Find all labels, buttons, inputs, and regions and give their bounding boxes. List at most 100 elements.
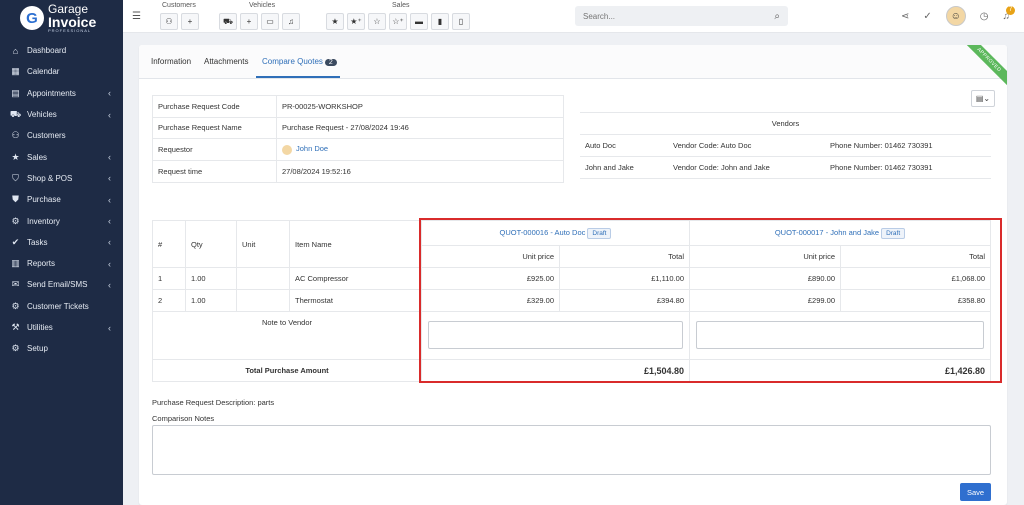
row-q2-total: £1,068.00 (840, 267, 991, 290)
sidebar-item-send-email-sms[interactable]: ✉ Send Email/SMS ‹ (0, 274, 123, 295)
note-cell (421, 311, 690, 360)
row-unit (236, 267, 290, 290)
customers-group-label: Customers (162, 2, 196, 9)
compare-count-badge: 2 (324, 59, 337, 66)
request-info-table: Purchase Request Code PR-00025-WORKSHOP P… (152, 95, 564, 183)
search-input[interactable] (583, 11, 753, 21)
tab-compare-label: Compare Quotes (262, 57, 323, 66)
sidebar-item-icon: ⚙ (11, 343, 20, 354)
sidebar-item-tasks[interactable]: ✔ Tasks ‹ (0, 232, 123, 253)
sidebar-item-sales[interactable]: ★ Sales ‹ (0, 146, 123, 167)
tab-compare-quotes[interactable]: Compare Quotes 2 (262, 57, 337, 66)
sales-star-outline-button[interactable]: ☆ (368, 13, 386, 30)
vehicle-reminder-button[interactable]: ♫ (282, 13, 300, 30)
bell-icon: ♫ (288, 17, 294, 26)
sidebar-item-customers[interactable]: ⚇ Customers (0, 125, 123, 146)
code-label: Purchase Request Code (152, 95, 277, 118)
sidebar-item-appointments[interactable]: ▤ Appointments ‹ (0, 83, 123, 104)
sidebar-item-label: Reports (27, 259, 56, 269)
app-logo[interactable]: G Garage Invoice PROFESSIONAL (0, 0, 123, 36)
bell-icon[interactable]: ♫ 7 (1003, 5, 1015, 22)
tab-information[interactable]: Information (151, 57, 191, 66)
share-icon[interactable]: ⋖ (901, 11, 909, 22)
sidebar-item-icon: ★ (11, 151, 20, 162)
sidebar-item-label: Customers (27, 131, 66, 141)
table-row: 1 1.00 AC Compressor £925.00 £1,110.00 £… (152, 267, 991, 290)
vendor-code: Vendor Code: John and Jake (668, 156, 825, 179)
sidebar-nav: ⌂ Dashboard ▦ Calendar ▤ Appointments ‹ ⛟ Vehicl… (0, 40, 123, 359)
clock-icon[interactable]: ◷ (980, 11, 989, 22)
tab-attachments[interactable]: Attachments (204, 57, 248, 66)
menu-toggle-icon[interactable]: ☰ (132, 11, 141, 22)
sidebar-item-calendar[interactable]: ▦ Calendar (0, 61, 123, 82)
requestor-cell[interactable]: John Doe (276, 138, 564, 161)
search-box[interactable]: ⌕ (575, 6, 788, 26)
comparison-notes-label: Comparison Notes (152, 414, 215, 423)
user-avatar[interactable]: ☺ (945, 6, 966, 26)
sidebar-item-reports[interactable]: ▥ Reports ‹ (0, 253, 123, 274)
comparison-notes-input[interactable] (152, 425, 991, 475)
sidebar-item-purchase[interactable]: ⛊ Purchase ‹ (0, 189, 123, 210)
sidebar-item-vehicles[interactable]: ⛟ Vehicles ‹ (0, 104, 123, 125)
quote2-grand-total: £1,426.80 (689, 359, 991, 382)
purchase-request-card: Information Attachments Compare Quotes 2 … (139, 45, 1007, 505)
row-qty: 1.00 (185, 289, 237, 312)
tab-bar: Information Attachments Compare Quotes 2 (139, 45, 1007, 79)
vendor-phone: Phone Number: 01462 730391 (825, 156, 991, 179)
sales-star-plus-button[interactable]: ★⁺ (347, 13, 365, 30)
chevron-left-icon: ‹ (108, 322, 111, 333)
sales-card-button[interactable]: ▬ (410, 13, 428, 30)
row-item-name: Thermostat (289, 289, 422, 312)
file-export-icon: ▤⌄ (975, 94, 991, 103)
header-unit-price: Unit price (421, 245, 560, 268)
sidebar-item-label: Vehicles (27, 110, 57, 120)
table-row: 2 1.00 Thermostat £329.00 £394.80 £299.0… (152, 289, 991, 312)
quote-link[interactable]: QUOT-000017 - John and Jake (775, 228, 879, 237)
sales-star-button[interactable]: ★ (326, 13, 344, 30)
quote-link[interactable]: QUOT-000016 - Auto Doc (500, 228, 586, 237)
sidebar-item-customer-tickets[interactable]: ⚙ Customer Tickets (0, 296, 123, 317)
sidebar-item-setup[interactable]: ⚙ Setup (0, 338, 123, 359)
sidebar-item-label: Dashboard (27, 46, 67, 56)
chevron-left-icon: ‹ (108, 258, 111, 269)
requestor-name[interactable]: John Doe (296, 144, 328, 153)
chevron-left-icon: ‹ (108, 152, 111, 163)
row-q1-price: £925.00 (421, 267, 560, 290)
vendors-title: Vendors (580, 112, 991, 135)
header-item-name: Item Name (289, 220, 422, 268)
sidebar-item-label: Appointments (27, 88, 76, 98)
sidebar-item-shop-pos[interactable]: ⛉ Shop & POS ‹ (0, 168, 123, 189)
note-to-vendor-input-1[interactable] (428, 320, 683, 349)
sidebar-item-dashboard[interactable]: ⌂ Dashboard (0, 40, 123, 61)
search-icon[interactable]: ⌕ (774, 11, 780, 22)
sidebar-item-inventory[interactable]: ⚙ Inventory ‹ (0, 210, 123, 231)
export-dropdown-button[interactable]: ▤⌄ (971, 90, 995, 107)
sidebar-item-label: Tasks (27, 237, 48, 247)
quote-header: QUOT-000016 - Auto Doc Draft (421, 220, 690, 246)
sidebar-item-icon: ⚒ (11, 322, 20, 332)
status-badge: Draft (881, 227, 906, 239)
add-customer-button[interactable]: + (181, 13, 199, 30)
vehicle-list-button[interactable]: ⛟ (219, 13, 237, 30)
check-icon[interactable]: ✓ (923, 11, 931, 22)
save-button[interactable]: Save (960, 483, 991, 501)
customer-list-button[interactable]: ⚇ (160, 13, 178, 30)
top-bar: ☰ Customers ⚇ + Vehicles ⛟ + ▭ ♫ Sales ★… (123, 0, 1024, 33)
document-icon: ▯ (458, 17, 464, 26)
sales-invoice-button[interactable]: ▮ (431, 13, 449, 30)
star-outline-icon: ☆ (373, 17, 381, 26)
chevron-left-icon: ‹ (108, 194, 111, 205)
sales-star-outline-plus-button[interactable]: ☆⁺ (389, 13, 407, 30)
note-to-vendor-label: Note to Vendor (152, 311, 422, 360)
vehicle-clipboard-button[interactable]: ▭ (261, 13, 279, 30)
vendor-name: John and Jake (580, 156, 668, 179)
sidebar-item-utilities[interactable]: ⚒ Utilities ‹ (0, 317, 123, 338)
sales-group: Sales ★ ★⁺ ☆ ☆⁺ ▬ ▮ ▯ (326, 2, 470, 30)
user-icon: ⚇ (165, 17, 173, 26)
customers-group: Customers ⚇ + (160, 2, 199, 30)
sidebar-item-label: Shop & POS (27, 173, 73, 183)
note-to-vendor-input-2[interactable] (696, 320, 984, 349)
sales-document-button[interactable]: ▯ (452, 13, 470, 30)
add-vehicle-button[interactable]: + (240, 13, 258, 30)
notification-count: 7 (1006, 5, 1015, 15)
